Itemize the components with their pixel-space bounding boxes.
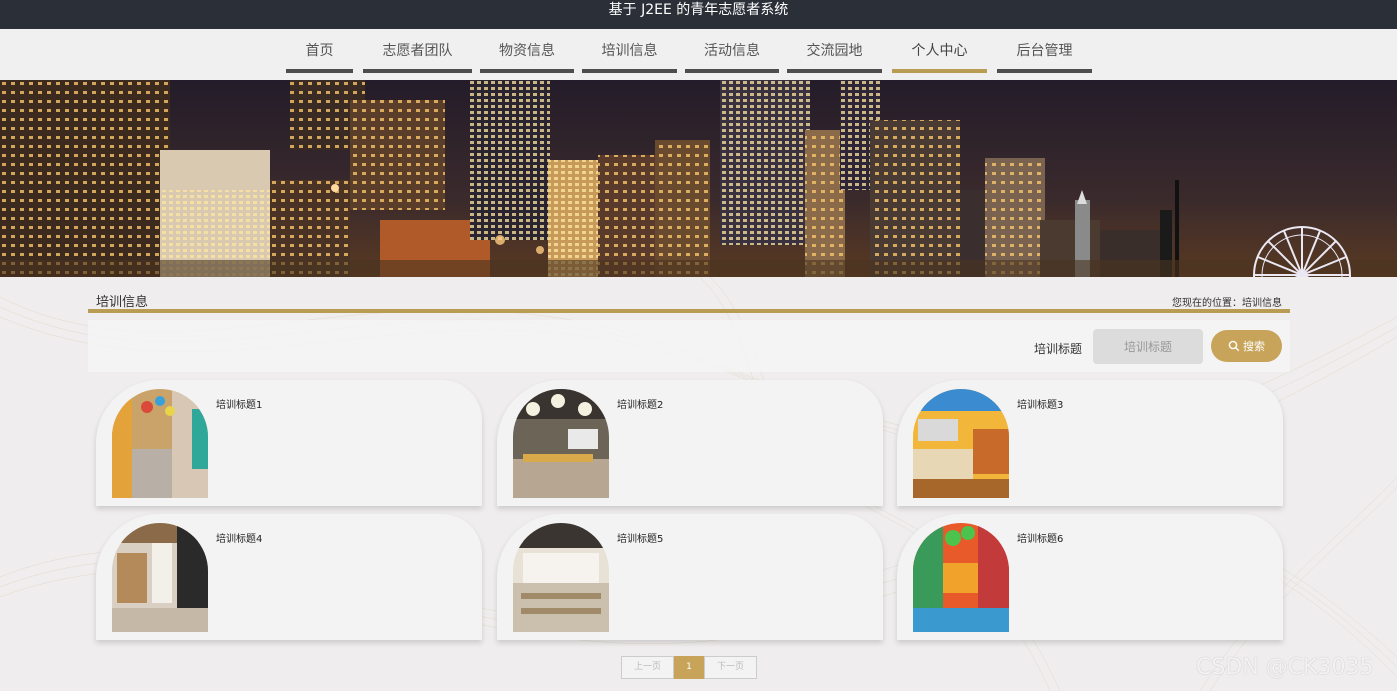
- training-title: 培训标题2: [617, 400, 664, 411]
- training-card[interactable]: 培训标题4: [96, 514, 482, 640]
- nav-item-personal-center[interactable]: 个人中心: [892, 29, 987, 73]
- watermark: CSDN @CK3035: [1196, 655, 1374, 680]
- training-card[interactable]: 培训标题6: [897, 514, 1283, 640]
- training-title: 培训标题4: [216, 534, 263, 545]
- training-title: 培训标题1: [216, 400, 263, 411]
- training-thumbnail: [513, 389, 609, 498]
- site-title: 基于 J2EE 的青年志愿者系统: [608, 2, 789, 18]
- nav-item-activities[interactable]: 活动信息: [685, 29, 779, 73]
- section-title: 培训信息: [96, 295, 149, 310]
- search-input[interactable]: [1093, 329, 1203, 364]
- search-label: 培训标题: [1034, 342, 1083, 356]
- pagination-prev[interactable]: 上一页: [621, 656, 674, 679]
- nav-item-supplies[interactable]: 物资信息: [480, 29, 574, 73]
- pagination-next[interactable]: 下一页: [704, 656, 757, 679]
- training-card[interactable]: 培训标题2: [497, 380, 883, 506]
- training-thumbnail: [513, 523, 609, 632]
- nav-item-training[interactable]: 培训信息: [582, 29, 677, 73]
- training-title: 培训标题5: [617, 534, 664, 545]
- training-title: 培训标题3: [1017, 400, 1064, 411]
- search-icon: [1228, 340, 1240, 352]
- nav-item-admin[interactable]: 后台管理: [997, 29, 1092, 73]
- training-thumbnail: [112, 523, 208, 632]
- main-nav: 首页 志愿者团队 物资信息 培训信息 活动信息 交流园地 个人中心 后台管理: [0, 29, 1397, 80]
- search-button-label: 搜索: [1243, 340, 1265, 353]
- pagination-current-page[interactable]: 1: [674, 656, 704, 679]
- section-divider: [88, 309, 1290, 313]
- banner-image: [0, 80, 1397, 277]
- training-thumbnail: [913, 523, 1009, 632]
- nav-item-volunteer-team[interactable]: 志愿者团队: [363, 29, 472, 73]
- training-card[interactable]: 培训标题1: [96, 380, 482, 506]
- training-title: 培训标题6: [1017, 534, 1064, 545]
- training-thumbnail: [913, 389, 1009, 498]
- training-card[interactable]: 培训标题3: [897, 380, 1283, 506]
- site-title-bar: 基于 J2EE 的青年志愿者系统: [0, 0, 1397, 29]
- training-thumbnail: [112, 389, 208, 498]
- nav-item-forum[interactable]: 交流园地: [787, 29, 882, 73]
- breadcrumb-location: 您现在的位置：培训信息: [1172, 298, 1282, 309]
- search-button[interactable]: 搜索: [1211, 330, 1282, 362]
- nav-item-home[interactable]: 首页: [286, 29, 353, 73]
- training-card[interactable]: 培训标题5: [497, 514, 883, 640]
- city-skyline-illustration: [0, 80, 1397, 277]
